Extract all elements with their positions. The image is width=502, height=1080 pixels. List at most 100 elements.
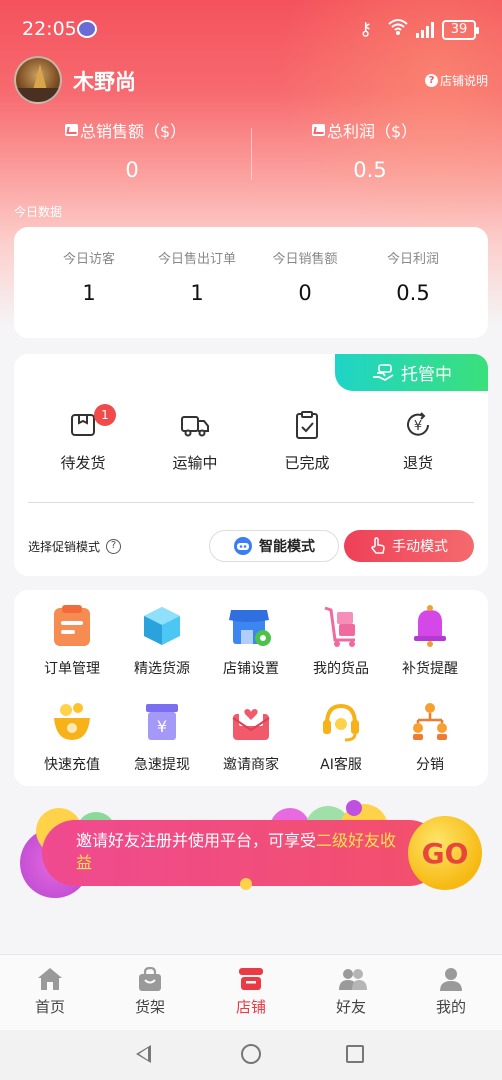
total-sales-label-text: 总销售额（$） [80,122,187,141]
user-icon [438,967,464,991]
home-circle-icon[interactable] [241,1044,261,1064]
tool-label: AI客服 [320,757,362,773]
tab-label: 货架 [134,998,165,1016]
tab-mine[interactable]: 我的 [411,967,491,1017]
total-sales-value: 0 [125,158,139,182]
tab-label: 首页 [34,998,65,1016]
recents-icon[interactable] [346,1045,364,1063]
tool-restock-reminder[interactable]: 补货提醒 [385,604,475,678]
tab-store[interactable]: 店铺 [211,967,291,1017]
tool-label: 补货提醒 [402,661,458,677]
order-label: 已完成 [284,454,330,472]
invite-banner[interactable]: 邀请好友注册并使用平台，可享受二级好友收益 GO [20,800,490,898]
bottom-tab-bar: 首页 货架 店铺 好友 我的 [0,954,502,1030]
robot-icon [234,537,252,555]
question-icon: ? [424,74,438,87]
shop-help-link[interactable]: ? 店铺说明 [424,72,488,89]
total-profit-value: 0.5 [353,158,387,182]
tool-ai-service[interactable]: AI客服 [296,700,386,774]
stat-value: 1 [190,281,204,305]
envelope-heart-icon [229,700,273,744]
tool-label: 急速提现 [134,757,190,773]
package-icon: 1 [68,404,116,440]
smart-mode-button[interactable]: 智能模式 [209,530,339,562]
headset-icon [319,700,363,744]
app-notification-icon [77,20,97,38]
smart-mode-label: 智能模式 [259,539,315,555]
stat-value: 0.5 [396,281,430,305]
banner-text-main: 邀请好友注册并使用平台，可享受 [76,831,317,850]
manual-mode-label: 手动模式 [392,539,448,555]
pending-count-badge: 1 [94,404,116,426]
hand-icon [373,363,394,381]
tab-label: 我的 [435,998,466,1016]
home-icon [37,967,63,991]
order-management-icon [50,604,94,648]
tab-home[interactable]: 首页 [10,967,90,1017]
tool-label: 店铺设置 [223,661,279,677]
system-nav-bar [0,1030,502,1080]
tool-shop-settings[interactable]: 店铺设置 [206,604,296,678]
status-bar: 22:05 ⚷ 39 [0,14,502,46]
cube-icon [140,604,184,648]
tool-label: 邀请商家 [223,757,279,773]
trust-status-badge[interactable]: 托管中 [335,354,488,391]
stat-value: 1 [82,281,96,305]
tool-label: 我的货品 [313,661,369,677]
banner-decoration [240,878,252,890]
stat-orders-sold: 今日售出订单 1 [137,248,257,305]
back-icon[interactable] [136,1045,151,1063]
summary-divider [251,128,252,180]
promo-mode-label: 选择促销模式 ? [28,538,122,555]
tool-fast-withdraw[interactable]: ¥ 急速提现 [117,700,207,774]
stat-profit: 今日利润 0.5 [353,248,473,305]
coins-bowl-icon [50,700,94,744]
trust-label: 托管中 [401,365,452,385]
tab-shelf[interactable]: 货架 [110,966,190,1017]
promo-mode-text: 选择促销模式 [28,540,101,554]
key-icon: ⚷ [359,19,373,40]
order-returns[interactable]: ¥ 退货 [368,410,468,473]
tool-invite-merchants[interactable]: 邀请商家 [206,700,296,774]
tab-friends[interactable]: 好友 [311,967,391,1017]
total-profit-label: 总利润（$） [312,118,417,142]
tool-quick-recharge[interactable]: 快速充值 [27,700,117,774]
shop-settings-icon [229,604,273,648]
refund-icon: ¥ [403,410,433,440]
tab-label: 店铺 [235,998,266,1016]
orders-divider [28,502,474,503]
tool-label: 订单管理 [44,661,100,677]
tool-order-management[interactable]: 订单管理 [27,604,117,678]
stat-label: 今日利润 [386,252,439,267]
stat-sales: 今日销售额 0 [245,248,365,305]
help-icon[interactable]: ? [106,539,122,554]
tool-distribution[interactable]: 分销 [385,700,475,774]
yuan-box-icon: ¥ [140,700,184,744]
tool-label: 快速充值 [44,757,100,773]
order-label: 待发货 [60,454,106,472]
hand-pointer-icon [371,537,385,554]
friends-icon [338,967,367,991]
order-completed[interactable]: 已完成 [257,410,357,473]
wifi-icon [387,17,409,42]
shop-avatar[interactable] [14,56,62,104]
tool-selected-sources[interactable]: 精选货源 [117,604,207,678]
stat-label: 今日售出订单 [157,252,236,267]
tool-label: 精选货源 [134,661,190,677]
status-time: 22:05 [22,18,77,40]
clipboard-check-icon [292,410,322,440]
tab-label: 好友 [335,998,366,1016]
shop-help-label: 店铺说明 [439,74,488,88]
bell-icon [408,604,452,648]
go-button[interactable]: GO [408,816,482,890]
order-label: 运输中 [172,454,218,472]
order-pending-ship[interactable]: 1 待发货 [33,404,133,473]
shop-name: 木野尚 [73,70,136,94]
total-profit-label-text: 总利润（$） [327,122,418,141]
manual-mode-button[interactable]: 手动模式 [344,530,474,562]
stat-label: 今日销售额 [272,252,338,267]
order-in-transit[interactable]: 运输中 [145,410,245,473]
bag-icon [137,966,163,991]
tool-my-goods[interactable]: 我的货品 [296,604,386,678]
banner-decoration [346,800,362,816]
